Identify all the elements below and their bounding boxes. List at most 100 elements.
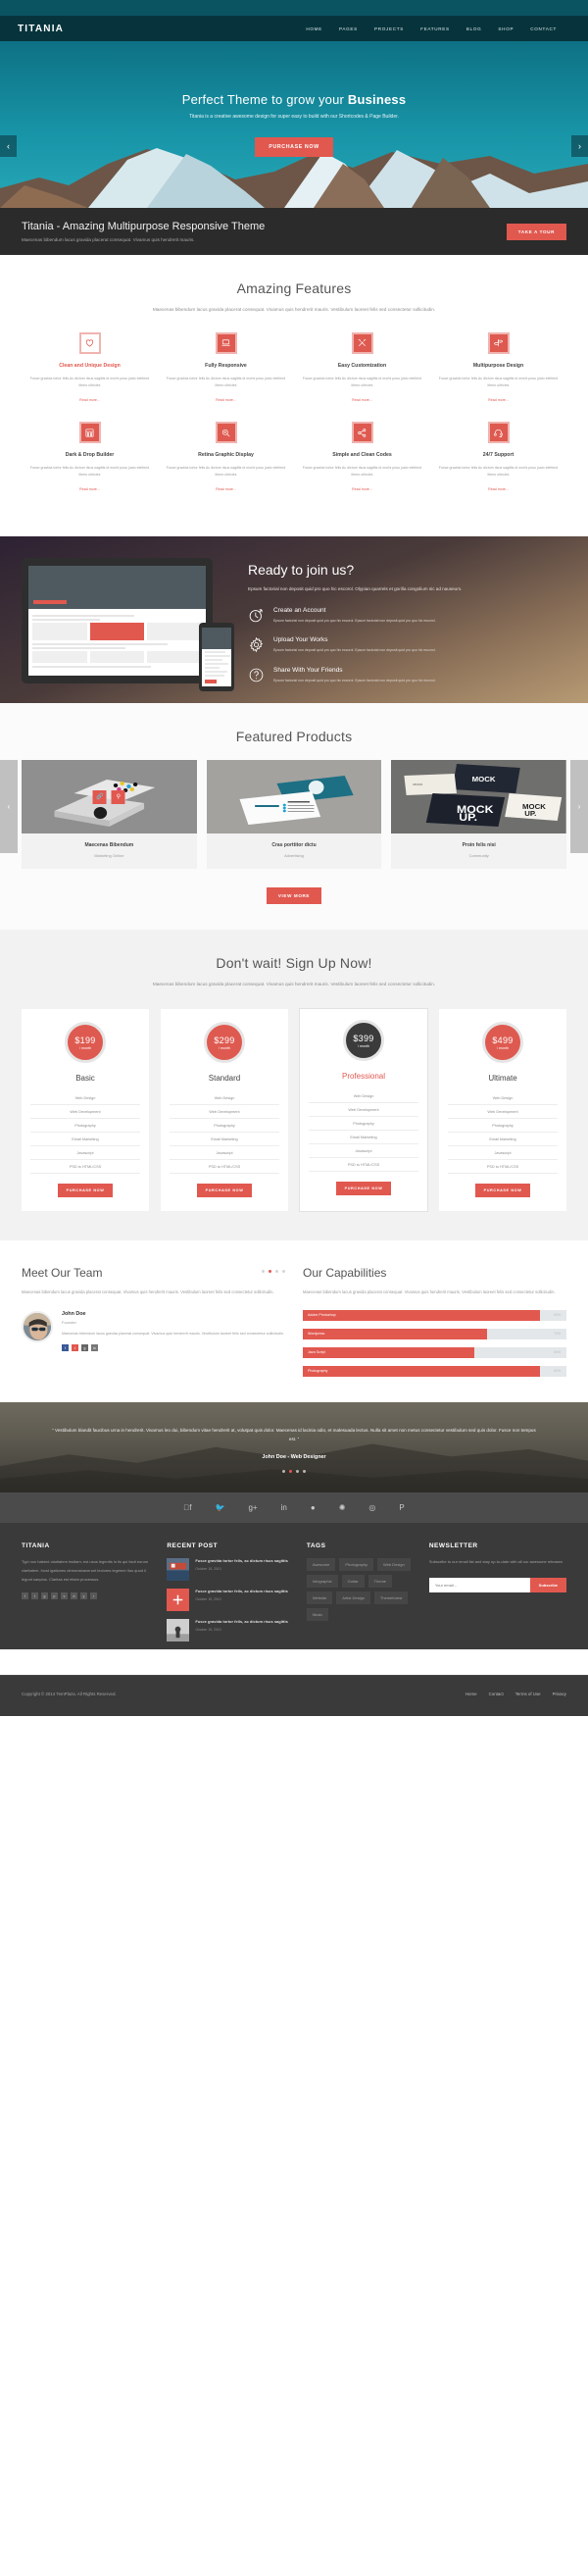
site-logo[interactable]: TITANIA bbox=[18, 24, 64, 34]
dribbble-icon[interactable]: d bbox=[71, 1592, 77, 1600]
feature-card[interactable]: 24/7 Support Fusce gravida tortor felis … bbox=[430, 422, 566, 495]
tag-link[interactable]: Themeforest bbox=[373, 1591, 409, 1605]
tools-icon bbox=[351, 331, 373, 354]
feature-read-more[interactable]: Read more... bbox=[488, 398, 509, 402]
google-plus-icon[interactable]: g+ bbox=[248, 1503, 257, 1512]
view-more-button[interactable]: VIEW MORE bbox=[266, 887, 322, 905]
team-carousel-dots[interactable] bbox=[262, 1269, 285, 1277]
tag-link[interactable]: Theme bbox=[368, 1575, 392, 1589]
feature-body: Fusce gravida tortor felis Ac dictum ris… bbox=[302, 466, 422, 477]
carousel-dot[interactable] bbox=[275, 1269, 278, 1273]
tag-link[interactable]: Artist Design bbox=[336, 1591, 370, 1605]
hero-next-arrow[interactable]: › bbox=[571, 135, 588, 157]
footer-link-contact[interactable]: Contact bbox=[489, 1692, 504, 1696]
recent-post-item[interactable]: Fusce gravida tortor felis, ac dictum ri… bbox=[167, 1558, 293, 1582]
nav-item-projects[interactable]: PROJECTS bbox=[374, 26, 404, 31]
linkedin-icon[interactable]: in bbox=[281, 1503, 287, 1512]
google-plus-icon[interactable]: g bbox=[81, 1344, 88, 1352]
google-plus-icon[interactable]: g bbox=[41, 1592, 48, 1600]
carousel-dot[interactable] bbox=[296, 1470, 299, 1474]
footer-link-home[interactable]: Home bbox=[466, 1692, 477, 1696]
email-input[interactable] bbox=[428, 1577, 530, 1592]
hero-purchase-button[interactable]: PURCHASE NOW bbox=[255, 137, 333, 157]
feature-card[interactable]: Dark & Drop Builder Fusce gravida tortor… bbox=[22, 422, 158, 495]
recent-post-item[interactable]: Fusce gravida tortor felis, ac dictum ri… bbox=[167, 1589, 293, 1612]
footer-link-terms[interactable]: Terms of Use bbox=[515, 1692, 541, 1696]
tag-link[interactable]: Guitar bbox=[341, 1575, 365, 1589]
products-next-arrow[interactable]: › bbox=[570, 760, 588, 854]
testimonial-section: “ Vestibulum blandit faucibus urna in he… bbox=[0, 1401, 588, 1493]
feature-card[interactable]: Easy Customization Fusce gravida tortor … bbox=[294, 331, 430, 406]
pinterest-icon[interactable]: p bbox=[51, 1592, 58, 1600]
twitter-icon[interactable]: t bbox=[72, 1344, 78, 1352]
feature-card[interactable]: Clean and Unique Design Fusce gravida to… bbox=[22, 331, 158, 406]
svg-text:UP.: UP. bbox=[460, 812, 478, 824]
flickr-icon[interactable]: ✺ bbox=[339, 1503, 346, 1512]
take-a-tour-button[interactable]: TAKE A TOUR bbox=[506, 223, 566, 240]
pinterest-icon[interactable]: P bbox=[399, 1503, 404, 1512]
feature-read-more[interactable]: Read more... bbox=[352, 398, 372, 402]
feature-read-more[interactable]: Read more... bbox=[216, 487, 236, 491]
product-card[interactable]: MOCK UP. MOCK MOCK UP. MOCK Proin felis … bbox=[391, 760, 567, 870]
nav-item-home[interactable]: HOME bbox=[306, 26, 322, 31]
feature-card[interactable]: Multipurpose Design Fusce gravida tortor… bbox=[430, 331, 566, 406]
tag-link[interactable]: Web Design bbox=[377, 1558, 411, 1572]
feature-read-more[interactable]: Read more... bbox=[79, 487, 100, 491]
hero-prev-arrow[interactable]: ‹ bbox=[0, 135, 17, 157]
plan-purchase-button[interactable]: PURCHASE NOW bbox=[57, 1184, 114, 1198]
facebook-icon[interactable]: f bbox=[22, 1592, 28, 1600]
footer-link-privacy[interactable]: Privacy bbox=[553, 1692, 566, 1696]
youtube-icon[interactable]: y bbox=[80, 1592, 87, 1600]
link-icon[interactable]: 🔗 bbox=[92, 789, 107, 804]
vimeo-icon[interactable]: v bbox=[61, 1592, 68, 1600]
products-prev-arrow[interactable]: ‹ bbox=[0, 760, 18, 854]
plan-purchase-button[interactable]: PURCHASE NOW bbox=[335, 1182, 392, 1196]
feature-card[interactable]: Simple and Clean Codes Fusce gravida tor… bbox=[294, 422, 430, 495]
product-card[interactable]: Cras porttitor dictu Advertising bbox=[206, 760, 382, 870]
product-title: Maecenas Bibendum bbox=[84, 842, 134, 849]
skill-label: Java Script bbox=[308, 1350, 325, 1355]
rss-icon[interactable]: ◎ bbox=[368, 1503, 375, 1512]
subscribe-button[interactable]: Subscribe bbox=[529, 1577, 567, 1592]
grid-icon bbox=[78, 422, 101, 444]
tag-link[interactable]: Infographic bbox=[306, 1575, 338, 1589]
rss-icon[interactable]: r bbox=[90, 1592, 97, 1600]
plan-purchase-button[interactable]: PURCHASE NOW bbox=[196, 1184, 253, 1198]
testimonial-dots[interactable] bbox=[51, 1470, 537, 1474]
nav-item-features[interactable]: FEATURES bbox=[420, 26, 450, 31]
feature-read-more[interactable]: Read more... bbox=[352, 487, 372, 491]
nav-item-shop[interactable]: SHOP bbox=[498, 26, 514, 31]
nav-item-contact[interactable]: CONTACT bbox=[530, 26, 557, 31]
product-image: MOCK UP. MOCK MOCK UP. MOCK bbox=[391, 760, 567, 834]
facebook-icon[interactable]: f bbox=[183, 1503, 191, 1512]
carousel-dot[interactable] bbox=[282, 1470, 285, 1474]
recent-post-item[interactable]: Fusce gravida tortor felis, ac dictum ri… bbox=[167, 1619, 293, 1642]
feature-read-more[interactable]: Read more... bbox=[216, 398, 236, 402]
feature-read-more[interactable]: Read more... bbox=[488, 487, 509, 491]
carousel-dot[interactable] bbox=[282, 1269, 285, 1273]
carousel-dot-active[interactable] bbox=[289, 1470, 292, 1474]
search-icon[interactable]: ⚲ bbox=[111, 789, 125, 804]
join-item-create-account: Create an Account Epsum factorial non de… bbox=[248, 607, 566, 624]
dribbble-icon[interactable]: ● bbox=[311, 1503, 316, 1512]
tag-link[interactable]: Photography bbox=[339, 1558, 374, 1572]
carousel-dot-active[interactable] bbox=[269, 1269, 271, 1273]
hero-content: Perfect Theme to grow your Business Tita… bbox=[0, 92, 588, 157]
carousel-dot[interactable] bbox=[303, 1470, 306, 1474]
testimonial-quote: “ Vestibulum blandit faucibus urna in he… bbox=[52, 1427, 536, 1442]
product-card[interactable]: 🔗 ⚲ Maecenas Bibendum Marketing Online bbox=[22, 760, 197, 870]
carousel-dot[interactable] bbox=[262, 1269, 265, 1273]
twitter-icon[interactable]: 🐦 bbox=[216, 1503, 225, 1512]
plan-purchase-button[interactable]: PURCHASE NOW bbox=[474, 1184, 531, 1198]
tag-link[interactable]: Website bbox=[306, 1591, 333, 1605]
nav-item-pages[interactable]: PAGES bbox=[339, 26, 358, 31]
facebook-icon[interactable]: f bbox=[62, 1344, 69, 1352]
feature-read-more[interactable]: Read more... bbox=[79, 398, 100, 402]
tag-link[interactable]: Awesome bbox=[306, 1558, 336, 1572]
nav-item-blog[interactable]: BLOG bbox=[466, 26, 482, 31]
feature-card[interactable]: Fully Responsive Fusce gravida tortor fe… bbox=[158, 331, 294, 406]
twitter-icon[interactable]: t bbox=[31, 1592, 38, 1600]
linkedin-icon[interactable]: in bbox=[91, 1344, 98, 1352]
feature-card[interactable]: Retina Graphic Display Fusce gravida tor… bbox=[158, 422, 294, 495]
tag-link[interactable]: Music bbox=[306, 1608, 329, 1622]
